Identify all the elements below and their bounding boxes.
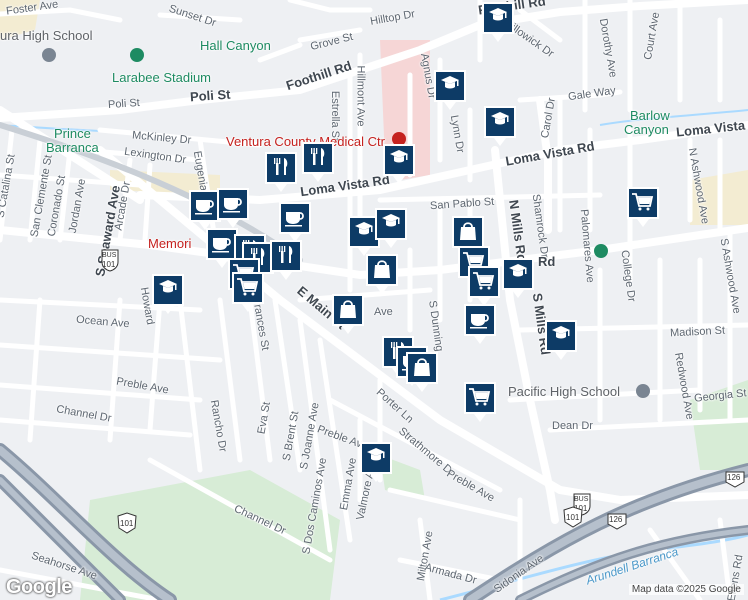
- us-101-number-sw: 101: [120, 519, 134, 528]
- grocery-marker[interactable]: [230, 270, 266, 314]
- park-poi-icon: [130, 48, 144, 62]
- school-marker[interactable]: [482, 104, 518, 148]
- shopping-marker[interactable]: [364, 252, 400, 296]
- fork-knife-icon: [265, 152, 297, 192]
- graduation-cap-icon: [360, 442, 392, 482]
- ca-126-number-b: 126: [609, 515, 623, 524]
- coffee-cup-icon: [464, 304, 496, 344]
- restaurant-marker[interactable]: [263, 150, 299, 194]
- place-label-larabee-stadium: Larabee Stadium: [112, 70, 212, 85]
- park-poi-icon: [594, 244, 608, 258]
- school-marker[interactable]: [373, 206, 409, 250]
- place-label-pacific-high: Pacific High School: [508, 384, 620, 399]
- graduation-cap-icon: [502, 258, 534, 298]
- google-logo: Google: [6, 576, 72, 598]
- shopping-cart-icon: [627, 187, 659, 227]
- place-label-memorial: Memori: [148, 236, 192, 251]
- street-label-dean-dr: Dean Dr: [552, 420, 593, 432]
- ca-126-number-a: 126: [727, 473, 741, 482]
- place-label-barlow-1: Barlow: [630, 108, 670, 123]
- shopping-bag-icon: [366, 254, 398, 294]
- fork-knife-icon: [270, 240, 302, 280]
- graduation-cap-icon: [383, 144, 415, 184]
- place-label-barlow-2: Canyon: [624, 122, 669, 137]
- street-label-rd-short: Rd: [538, 254, 556, 269]
- shopping-marker[interactable]: [404, 350, 440, 394]
- place-label-prince-2: Barranca: [46, 140, 99, 155]
- restaurant-marker[interactable]: [268, 238, 304, 282]
- school-marker[interactable]: [381, 142, 417, 186]
- graduation-cap-icon: [484, 106, 516, 146]
- us-101-number-e: 101: [566, 513, 580, 522]
- street-label-hillmont-ave: Hillmont Ave: [354, 65, 367, 127]
- school-poi-icon: [636, 384, 650, 398]
- restaurant-marker[interactable]: [300, 140, 336, 184]
- school-marker[interactable]: [150, 272, 186, 316]
- shopping-cart-icon: [232, 272, 264, 312]
- school-marker[interactable]: [432, 68, 468, 112]
- graduation-cap-icon: [375, 208, 407, 248]
- coffee-cup-icon: [217, 188, 249, 228]
- fork-knife-icon: [302, 142, 334, 182]
- bus-101-number-w: 101: [102, 260, 116, 269]
- school-poi-icon: [42, 48, 56, 62]
- street-label-ave-short: Ave: [374, 306, 393, 318]
- graduation-cap-icon: [482, 2, 514, 42]
- place-label-hall-canyon: Hall Canyon: [200, 38, 271, 53]
- shopping-bag-icon: [332, 294, 364, 334]
- graduation-cap-icon: [545, 320, 577, 360]
- school-marker[interactable]: [500, 256, 536, 300]
- grocery-marker[interactable]: [462, 380, 498, 424]
- school-marker[interactable]: [543, 318, 579, 362]
- map-attribution[interactable]: Map data ©2025 Google: [628, 584, 744, 595]
- shopping-cart-icon: [464, 382, 496, 422]
- shopping-bag-icon: [406, 352, 438, 392]
- place-label-high-school-nw: ura High School: [0, 28, 93, 43]
- grocery-marker[interactable]: [625, 185, 661, 229]
- school-marker[interactable]: [358, 440, 394, 484]
- shopping-marker[interactable]: [330, 292, 366, 336]
- cafe-marker[interactable]: [215, 186, 251, 230]
- graduation-cap-icon: [434, 70, 466, 110]
- cafe-marker[interactable]: [462, 302, 498, 346]
- street-label-poli-st: Poli St: [189, 86, 231, 105]
- graduation-cap-icon: [152, 274, 184, 314]
- place-label-prince-1: Prince: [54, 126, 91, 141]
- school-marker[interactable]: [480, 0, 516, 44]
- map-canvas[interactable]: Foster Ave Sunset Dr Hilltop Dr Foothill…: [0, 0, 748, 600]
- street-label-poli-st-w: Poli St: [107, 96, 141, 112]
